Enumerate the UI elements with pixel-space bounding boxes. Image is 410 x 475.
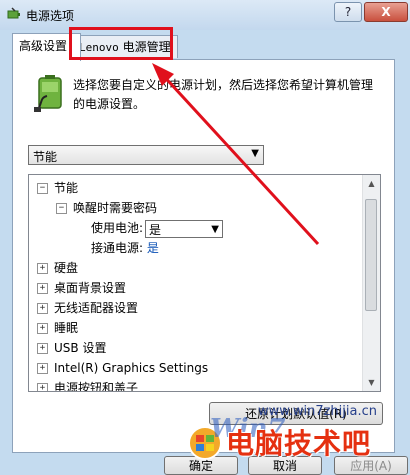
expand-icon[interactable]: +	[37, 263, 48, 274]
apply-button[interactable]: 应用(A)	[334, 456, 408, 475]
title-bar: 电源选项 ? X	[0, 0, 410, 30]
tree-item-wake-password[interactable]: − 唤醒时需要密码	[56, 198, 157, 218]
scrollbar-thumb[interactable]	[365, 199, 377, 311]
restore-defaults-button[interactable]: 还原计划默认值(R)	[209, 402, 383, 425]
annotation-highlight-box	[69, 27, 173, 60]
close-button[interactable]: X	[364, 2, 408, 22]
expand-icon[interactable]: +	[37, 323, 48, 334]
tree-item-usb-settings[interactable]: + USB 设置	[37, 338, 106, 358]
tree-item-label: USB 设置	[54, 341, 107, 355]
tree-item-wireless-adapter[interactable]: + 无线适配器设置	[37, 298, 138, 318]
tree-item-label: 硬盘	[54, 261, 79, 275]
expand-icon[interactable]: +	[37, 283, 48, 294]
power-plan-value: 节能	[33, 150, 58, 164]
tree-item-desktop-background[interactable]: + 桌面背景设置	[37, 278, 126, 298]
collapse-icon[interactable]: −	[37, 183, 48, 194]
power-settings-tree[interactable]: − 节能 − 唤醒时需要密码 使用电池: 是 ▼ 接通电源: 是 + 硬盘 + 桌面背景…	[28, 174, 381, 392]
tree-item-power-buttons-lid[interactable]: + 电源按钮和盖子	[37, 378, 139, 392]
tree-item-label: 桌面背景设置	[54, 281, 127, 295]
on-battery-label: 使用电池:	[91, 221, 144, 235]
vertical-scrollbar[interactable]: ▲ ▼	[362, 175, 380, 391]
scroll-down-icon[interactable]: ▼	[363, 374, 380, 391]
scroll-up-icon[interactable]: ▲	[363, 175, 380, 192]
window-title: 电源选项	[26, 9, 75, 23]
tree-item-hard-disk[interactable]: + 硬盘	[37, 258, 78, 278]
tree-item-label: Intel(R) Graphics Settings	[54, 361, 209, 375]
cancel-button[interactable]: 取消	[248, 456, 322, 475]
chevron-down-icon: ▼	[251, 148, 259, 159]
plugged-in-label: 接通电源:	[91, 241, 144, 255]
collapse-icon[interactable]: −	[56, 203, 67, 214]
on-battery-select[interactable]: 是 ▼	[145, 220, 223, 238]
expand-icon[interactable]: +	[37, 343, 48, 354]
plugged-in-value-link[interactable]: 是	[147, 241, 159, 255]
expand-icon[interactable]: +	[37, 383, 48, 391]
expand-icon[interactable]: +	[37, 363, 48, 374]
tree-item-plugged-in[interactable]: 接通电源: 是	[91, 238, 159, 258]
tree-item-label: 节能	[54, 181, 79, 195]
advanced-settings-panel: 选择您要自定义的电源计划，然后选择您希望计算机管理的电源设置。 节能 ▼ − 节能…	[12, 59, 395, 453]
tree-item-energy-saver[interactable]: − 节能	[37, 178, 78, 198]
tree-item-on-battery: 使用电池: 是 ▼	[91, 218, 351, 238]
expand-icon[interactable]: +	[37, 303, 48, 314]
description-text: 选择您要自定义的电源计划，然后选择您希望计算机管理的电源设置。	[73, 78, 374, 111]
tree-item-label: 睡眠	[54, 321, 79, 335]
tree-item-label: 唤醒时需要密码	[73, 201, 158, 215]
tree-item-label: 电源按钮和盖子	[54, 381, 139, 392]
tree-item-sleep[interactable]: + 睡眠	[37, 318, 78, 338]
ok-button[interactable]: 确定	[164, 456, 238, 475]
on-battery-value: 是	[149, 223, 162, 237]
chevron-down-icon: ▼	[211, 224, 219, 235]
battery-plug-icon	[34, 75, 62, 112]
tab-advanced-settings-label: 高级设置	[19, 39, 68, 53]
tree-item-intel-graphics[interactable]: + Intel(R) Graphics Settings	[37, 358, 208, 378]
help-button[interactable]: ?	[334, 2, 362, 22]
power-options-icon	[7, 7, 20, 19]
power-plan-select[interactable]: 节能 ▼	[28, 145, 264, 165]
tree-item-label: 无线适配器设置	[54, 301, 139, 315]
